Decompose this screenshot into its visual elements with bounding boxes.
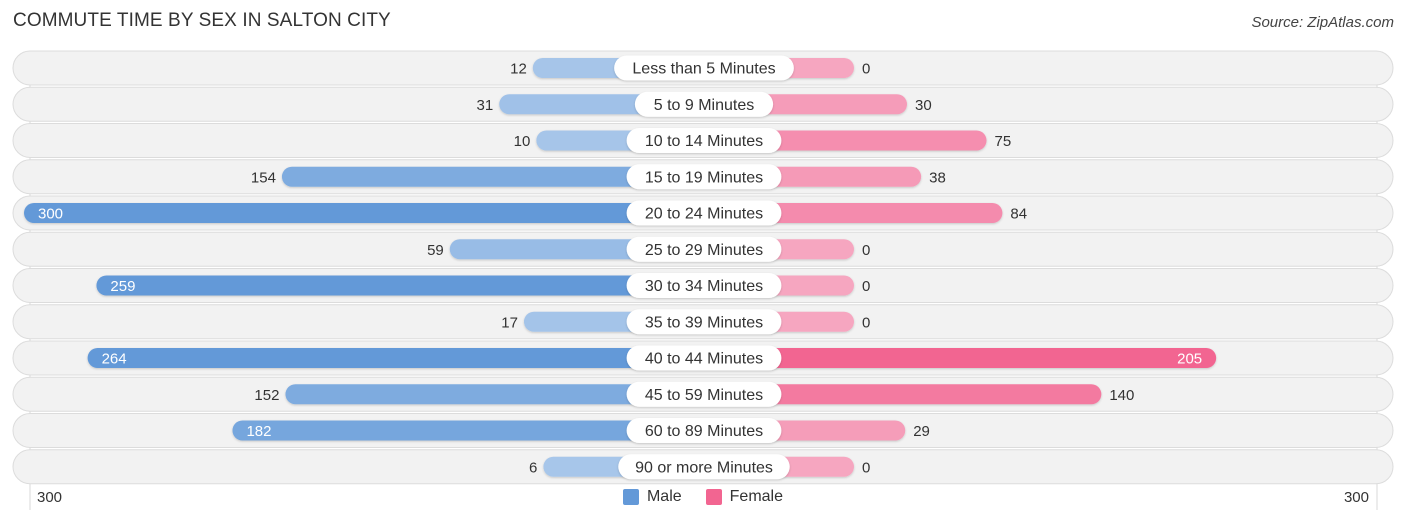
- legend-swatch-female: [705, 489, 722, 505]
- value-label-female: 140: [1109, 387, 1134, 404]
- category-label: 40 to 44 Minutes: [645, 351, 763, 368]
- chart-row: 152 140 45 to 59 Minutes: [12, 376, 1394, 412]
- value-label-male: 31: [477, 97, 494, 114]
- value-label-female: 29: [913, 423, 930, 440]
- value-label-male: 300: [38, 206, 63, 223]
- chart-row: 59 0 25 to 29 Minutes: [12, 231, 1394, 267]
- category-label: 60 to 89 Minutes: [645, 423, 763, 440]
- bar-male[interactable]: [96, 275, 704, 296]
- chart-row: 182 29 60 to 89 Minutes: [12, 413, 1394, 448]
- value-label-female: 0: [862, 61, 870, 78]
- category-label: 10 to 14 Minutes: [645, 133, 763, 150]
- category-label: 15 to 19 Minutes: [645, 169, 763, 186]
- legend-label-male: Male: [646, 488, 682, 505]
- chart-row: 17 0 35 to 39 Minutes: [12, 304, 1394, 340]
- value-label-female: 38: [929, 169, 946, 186]
- category-label: 5 to 9 Minutes: [654, 97, 755, 114]
- value-label-female: 0: [862, 242, 870, 259]
- category-label: 20 to 24 Minutes: [645, 206, 763, 223]
- value-label-female: 0: [862, 278, 870, 295]
- value-label-female: 0: [862, 314, 870, 331]
- value-label-male: 259: [110, 278, 135, 295]
- legend-label-female: Female: [729, 488, 784, 505]
- value-label-male: 59: [427, 242, 444, 259]
- bar-male[interactable]: [87, 348, 705, 368]
- chart-row: 10 75 10 to 14 Minutes: [12, 123, 1394, 158]
- legend-item-female: Female: [705, 488, 784, 506]
- value-label-female: 0: [862, 459, 870, 476]
- category-label: 90 or more Minutes: [635, 459, 773, 476]
- category-label: 35 to 39 Minutes: [645, 314, 763, 331]
- value-label-female: 75: [995, 133, 1012, 150]
- value-label-male: 152: [254, 387, 279, 404]
- category-label: 30 to 34 Minutes: [645, 278, 763, 295]
- chart-row: 31 30 5 to 9 Minutes: [12, 86, 1394, 122]
- legend: Male Female: [0, 488, 1406, 506]
- chart-row: 264 205 40 to 44 Minutes: [12, 340, 1394, 376]
- chart-row: 259 0 30 to 34 Minutes: [12, 268, 1394, 303]
- value-label-male: 264: [102, 351, 127, 368]
- value-label-female: 205: [1177, 351, 1202, 368]
- value-label-male: 154: [251, 169, 276, 186]
- chart-row: 300 84 20 to 24 Minutes: [12, 195, 1394, 231]
- value-label-female: 84: [1010, 206, 1027, 223]
- bar-male[interactable]: [24, 203, 704, 223]
- value-label-male: 6: [529, 459, 537, 476]
- value-label-male: 10: [514, 133, 531, 150]
- value-label-male: 182: [246, 423, 271, 440]
- category-label: Less than 5 Minutes: [632, 61, 775, 78]
- legend-item-male: Male: [622, 488, 682, 506]
- value-label-male: 12: [510, 61, 527, 78]
- chart-row: 12 0 Less than 5 Minutes: [12, 50, 1394, 86]
- legend-swatch-male: [622, 489, 639, 505]
- value-label-male: 17: [501, 314, 518, 331]
- chart-row: 154 38 15 to 19 Minutes: [12, 159, 1394, 195]
- category-label: 45 to 59 Minutes: [645, 387, 763, 404]
- chart-row: 6 0 90 or more Minutes: [12, 449, 1394, 485]
- category-label: 25 to 29 Minutes: [645, 242, 763, 259]
- value-label-female: 30: [915, 97, 932, 114]
- chart-canvas: 12 0 Less than 5 Minutes 31 30 5 to 9 Minutes…: [12, 50, 1394, 510]
